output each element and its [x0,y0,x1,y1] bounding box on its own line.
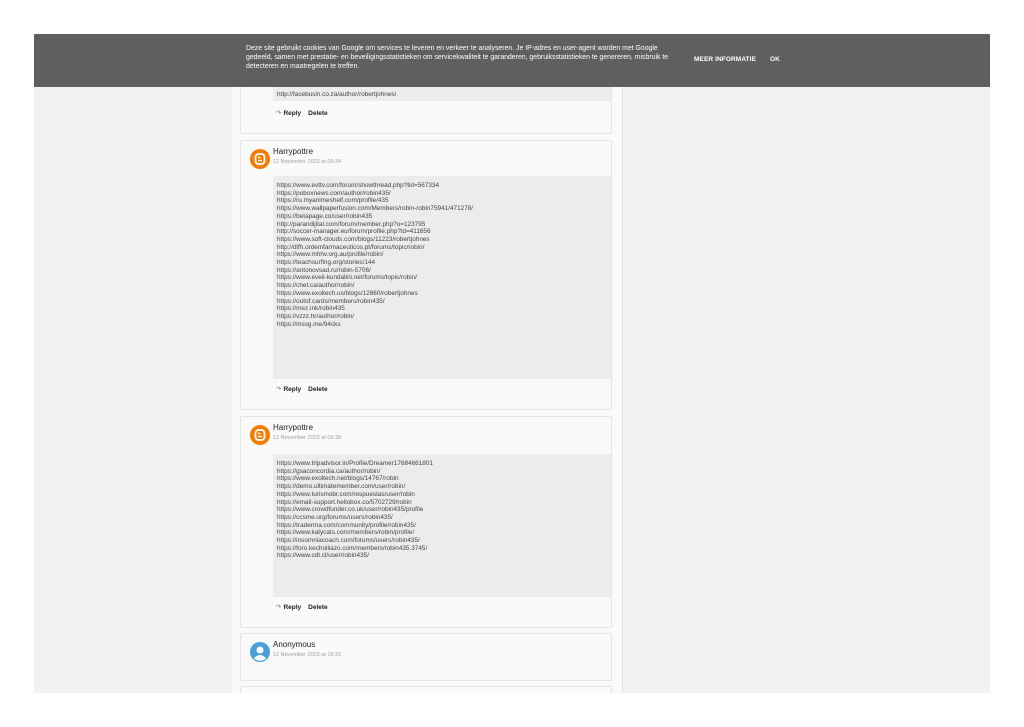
comment-link[interactable]: https://insomniacoach.com/forums/users/r… [277,537,607,545]
comment-link[interactable]: https://www.soft-clouds.com/blogs/11223/… [277,236,607,244]
comment-card: Anonymous 12 November 2022 at 18:21 [240,633,612,681]
comment-link[interactable]: https://traderma.com/community/profile/r… [277,522,607,530]
comment-date[interactable]: 12 November 2022 at 18:21 [273,652,341,658]
ok-button[interactable]: OK [770,56,780,63]
reply-button[interactable]: Reply [283,604,301,611]
reply-icon: ↷ [276,386,282,393]
comment-link[interactable]: https://gsaconcordia.ca/author/robin/ [277,468,607,476]
comment-card: Harrypottre 12 November 2022 at 09:34 ht… [240,140,612,410]
comment-link[interactable]: https://www.exoltech.net/blogs/14767/rob… [277,475,607,483]
comment-link[interactable]: https://mez.ink/robin435 [277,305,607,313]
delete-button[interactable]: Delete [308,110,328,117]
comment-link[interactable]: https://www.cdt.cl/user/robin435/ [277,552,607,560]
comment-actions: ↷ Reply Delete [276,109,335,117]
delete-button[interactable]: Delete [308,604,328,611]
comment-link[interactable]: http://parandijital.com/forum/member.php… [277,221,607,229]
comment-link[interactable]: https://outof.cards/members/robin435/ [277,298,607,306]
comment-link[interactable]: https://www.tripadvisor.in/Profile/Dream… [277,460,607,468]
reply-button[interactable]: Reply [283,386,301,393]
comment-actions: ↷ Reply Delete [276,385,335,393]
comment-author[interactable]: Anonymous [273,640,315,649]
comment-link[interactable]: http://facebusin.co.za/author/robertjohn… [277,91,396,99]
comment-link[interactable]: https://email-support.hellobox.co/570272… [277,499,607,507]
comment-card [240,686,612,693]
comment-date[interactable]: 12 November 2022 at 09:38 [273,435,341,441]
comment-link[interactable]: https://teachsurfing.org/stories/144 [277,259,607,267]
reply-icon: ↷ [276,110,282,117]
comment-author[interactable]: Harrypottre [273,423,313,432]
page-background: http://facebusin.co.za/author/robertjohn… [34,34,990,693]
cookie-notice-text: Deze site gebruikt cookies van Google om… [246,45,669,70]
comment-link[interactable]: https://ru.myanimeshelf.com/profile/435 [277,197,607,205]
comment-link[interactable]: https://www.mhhv.org.au/profile/robin/ [277,251,607,259]
comment-links-box: https://www.tripadvisor.in/Profile/Dream… [273,454,611,597]
comment-card: Harrypottre 12 November 2022 at 09:38 ht… [240,416,612,628]
delete-button[interactable]: Delete [308,386,328,393]
comment-link[interactable]: https://foro.kecholliazo.com/members/rob… [277,545,607,553]
comment-link[interactable]: https://mssg.me/94cks [277,321,607,329]
comment-links-box: https://www.evttv.com/forum/showthread.p… [273,176,611,379]
comment-link[interactable]: https://ccsme.org/forums/users/robin435/ [277,514,607,522]
comment-link[interactable]: https://www.exoltech.us/blogs/12860/robe… [277,290,607,298]
comment-link[interactable]: https://www.eveil-kundalini.net/forums/t… [277,274,607,282]
comment-link[interactable]: https://www.wallpaperfusion.com/Members/… [277,205,607,213]
comment-author[interactable]: Harrypottre [273,147,313,156]
comment-link[interactable]: https://chet.ca/author/robin/ [277,282,607,290]
comment-actions: ↷ Reply Delete [276,603,335,611]
blogger-icon [250,425,270,445]
comment-link[interactable]: http://soccer-manager.eu/forum/profile.p… [277,228,607,236]
comment-link[interactable]: https://demo.ultimatemember.com/user/rob… [277,483,607,491]
reply-icon: ↷ [276,604,282,611]
comment-link[interactable]: http://dlfh.ordemfarmaceuticos.pt/forums… [277,244,607,252]
comment-link[interactable]: https://www.katycats.com/members/robin/p… [277,529,607,537]
comment-date[interactable]: 12 November 2022 at 09:34 [273,159,341,165]
comment-link[interactable]: https://www.crowdfunder.co.uk/user/robin… [277,506,607,514]
comment-link[interactable]: https://betapage.co/user/robin435 [277,213,607,221]
comment-link[interactable]: https://antonovsad.ru/robin-5706/ [277,267,607,275]
comment-link[interactable]: https://poboxnews.com/author/robin435/ [277,190,607,198]
anonymous-user-icon [250,642,270,662]
comment-link[interactable]: https://www.evttv.com/forum/showthread.p… [277,182,607,190]
blogger-icon [250,149,270,169]
comment-link[interactable]: https://vzzz.hr/author/robin/ [277,313,607,321]
cookie-consent-bar: Deze site gebruikt cookies van Google om… [34,34,990,87]
comment-link[interactable]: https://www.turismobr.com/respuestas/use… [277,491,607,499]
more-info-button[interactable]: MEER INFORMATIE [694,56,756,63]
reply-button[interactable]: Reply [283,110,301,117]
